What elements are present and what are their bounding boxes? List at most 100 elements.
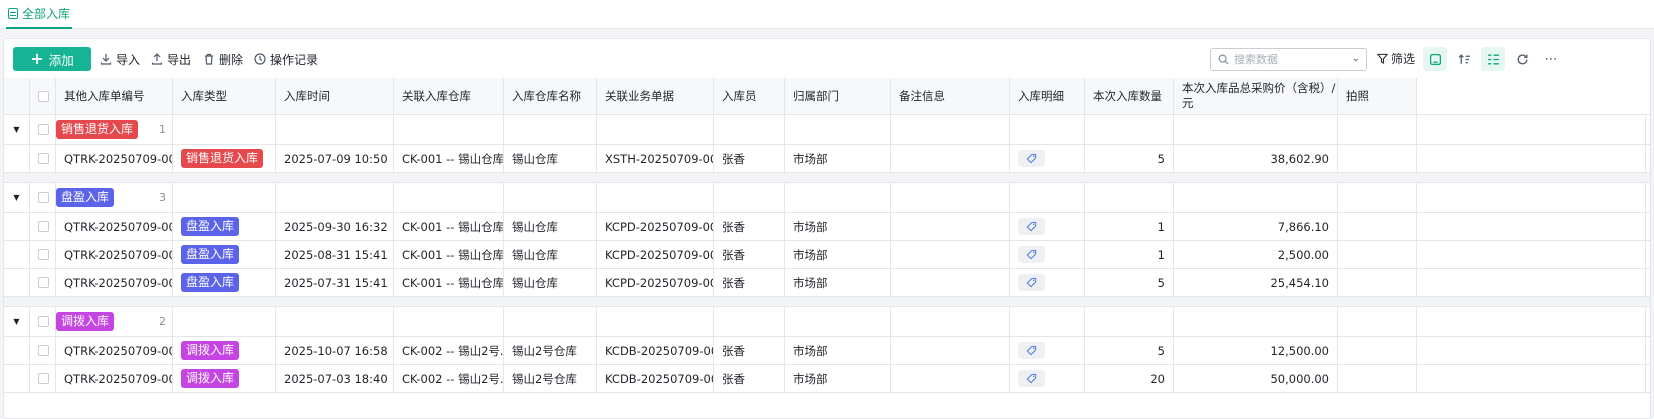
cell-type: 盘盈入库 [173, 269, 276, 296]
cell-code[interactable]: QTRK-20250709-002 [56, 365, 173, 392]
group-empty-cell [714, 307, 785, 336]
column-header[interactable]: 本次入库品总采购价（含税）/元 [1174, 78, 1338, 114]
header-select-all[interactable] [30, 78, 56, 114]
row-checkbox-cell[interactable] [30, 241, 56, 268]
cell-warehouse: CK-002 -- 锡山2号... [394, 365, 504, 392]
detail-tag-icon[interactable] [1018, 150, 1045, 167]
card-view-icon[interactable] [1423, 47, 1447, 71]
search-input[interactable] [1234, 53, 1344, 66]
group-checkbox[interactable] [38, 316, 49, 327]
add-button[interactable]: + 添加 [13, 47, 91, 71]
column-header[interactable]: 入库明细 [1010, 78, 1085, 114]
tab-all-inbound[interactable]: 全部入库 [6, 0, 73, 29]
detail-tag-icon[interactable] [1018, 246, 1045, 263]
group-label-cell: 盘盈入库 3 [56, 183, 173, 212]
cell-code[interactable]: QTRK-20250709-005 [56, 213, 173, 240]
group-checkbox-cell[interactable] [30, 307, 56, 336]
header-spacer [4, 78, 30, 114]
chevron-down-icon[interactable]: ⌄ [1352, 53, 1360, 64]
row-checkbox-cell[interactable] [30, 365, 56, 392]
row-checkbox-cell[interactable] [30, 145, 56, 172]
detail-tag-icon[interactable] [1018, 218, 1045, 235]
column-header[interactable]: 其他入库单编号 [56, 78, 173, 114]
refresh-icon[interactable] [1510, 47, 1534, 71]
column-header[interactable]: 备注信息 [891, 78, 1010, 114]
group-empty-cell [1417, 183, 1646, 212]
select-all-checkbox[interactable] [38, 90, 49, 102]
group-empty-cell [394, 183, 504, 212]
more-icon[interactable]: ⋯ [1539, 47, 1563, 71]
group-checkbox[interactable] [38, 124, 49, 135]
group-empty-cell [785, 183, 891, 212]
operation-log-button[interactable]: 操作记录 [254, 50, 318, 68]
table-row: QTRK-20250709-004 盘盈入库 2025-08-31 15:41 CK-… [4, 241, 1650, 269]
row-checkbox[interactable] [38, 153, 49, 164]
row-checkbox[interactable] [38, 221, 49, 232]
cell-detail[interactable] [1010, 365, 1085, 392]
cell-code[interactable]: QTRK-20250709-003 [56, 269, 173, 296]
cell-detail[interactable] [1010, 213, 1085, 240]
cell-detail[interactable] [1010, 337, 1085, 364]
column-header[interactable]: 入库类型 [173, 78, 276, 114]
table-row: QTRK-20250709-006 调拨入库 2025-10-07 16:58 CK-… [4, 337, 1650, 365]
row-checkbox[interactable] [38, 345, 49, 356]
row-checkbox-cell[interactable] [30, 269, 56, 296]
type-tag: 盘盈入库 [181, 245, 240, 264]
row-checkbox[interactable] [38, 277, 49, 288]
detail-tag-icon[interactable] [1018, 370, 1045, 387]
caret-down-icon[interactable]: ▼ [13, 125, 19, 134]
cell-code[interactable]: QTRK-20250709-006 [56, 337, 173, 364]
row-checkbox[interactable] [38, 373, 49, 384]
cell-photo [1338, 145, 1417, 172]
cell-note [891, 145, 1010, 172]
group-empty-cell [597, 307, 714, 336]
cell-price: 12,500.00 [1174, 337, 1338, 364]
group-toggle[interactable]: ▼ [4, 307, 30, 336]
cell-code[interactable]: QTRK-20250709-001 [56, 145, 173, 172]
group-empty-cell [785, 115, 891, 144]
column-header[interactable]: 拍照 [1338, 78, 1417, 114]
table-panel: + 添加 导入 导出 删除 操作记录 ⌄ 筛选 [3, 38, 1651, 419]
row-checkbox[interactable] [38, 249, 49, 260]
search-box[interactable]: ⌄ [1210, 48, 1367, 71]
cell-qty: 5 [1085, 337, 1174, 364]
row-checkbox-cell[interactable] [30, 213, 56, 240]
type-tag: 调拨入库 [181, 341, 240, 360]
group-toggle[interactable]: ▼ [4, 183, 30, 212]
group-empty-cell [714, 183, 785, 212]
group-checkbox-cell[interactable] [30, 115, 56, 144]
group-toggle[interactable]: ▼ [4, 115, 30, 144]
column-header[interactable]: 入库员 [714, 78, 785, 114]
group-empty-cell [276, 115, 394, 144]
cell-warehouse: CK-002 -- 锡山2号... [394, 337, 504, 364]
row-checkbox-cell[interactable] [30, 337, 56, 364]
column-header[interactable]: 关联业务单据 [597, 78, 714, 114]
group-checkbox-cell[interactable] [30, 183, 56, 212]
delete-button[interactable]: 删除 [203, 50, 243, 68]
group-empty-cell [1010, 183, 1085, 212]
group-count: 3 [159, 191, 166, 204]
caret-down-icon[interactable]: ▼ [13, 317, 19, 326]
cell-detail[interactable] [1010, 241, 1085, 268]
group-empty-cell [1417, 307, 1646, 336]
cell-code[interactable]: QTRK-20250709-004 [56, 241, 173, 268]
import-button[interactable]: 导入 [100, 50, 140, 68]
detail-tag-icon[interactable] [1018, 342, 1045, 359]
group-icon[interactable] [1481, 47, 1505, 71]
sort-icon[interactable] [1452, 47, 1476, 71]
column-header[interactable]: 入库仓库名称 [504, 78, 597, 114]
detail-tag-icon[interactable] [1018, 274, 1045, 291]
filter-button[interactable]: 筛选 [1377, 50, 1415, 67]
cell-detail[interactable] [1010, 269, 1085, 296]
column-header[interactable]: 关联入库仓库 [394, 78, 504, 114]
cell-qty: 5 [1085, 145, 1174, 172]
group-checkbox[interactable] [38, 192, 49, 203]
cell-time: 2025-09-30 16:32 [276, 213, 394, 240]
cell-detail[interactable] [1010, 145, 1085, 172]
column-header[interactable]: 本次入库数量 [1085, 78, 1174, 114]
column-header[interactable]: 入库时间 [276, 78, 394, 114]
column-header[interactable]: 归属部门 [785, 78, 891, 114]
cell-wh_name: 锡山2号仓库 [504, 365, 597, 392]
caret-down-icon[interactable]: ▼ [13, 193, 19, 202]
export-button[interactable]: 导出 [151, 50, 191, 68]
